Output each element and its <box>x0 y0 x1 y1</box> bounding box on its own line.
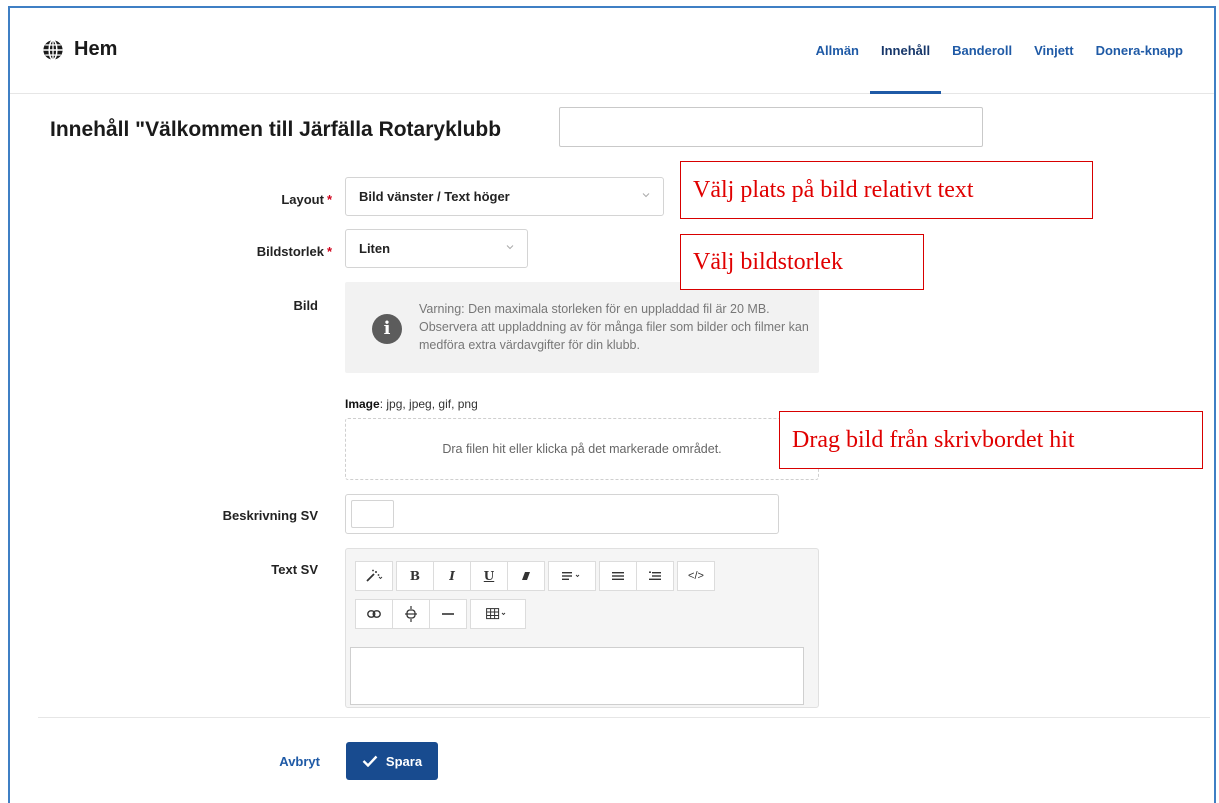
page-header-title: Hem <box>74 38 118 60</box>
layout-label: Layout * <box>132 192 332 207</box>
tab-vinjett[interactable]: Vinjett <box>1023 8 1085 94</box>
link-icon[interactable] <box>355 599 393 629</box>
image-label: Bild <box>293 298 318 313</box>
tab-allman[interactable]: Allmän <box>805 8 870 94</box>
editor-content-area[interactable] <box>350 647 804 705</box>
info-icon: i <box>372 314 402 344</box>
eraser-icon[interactable] <box>507 561 545 591</box>
description-inner-box[interactable] <box>351 500 394 528</box>
file-types-list: : jpg, jpeg, gif, png <box>379 397 478 411</box>
layout-select[interactable]: Bild vänster / Text höger <box>345 177 664 216</box>
underline-icon[interactable]: U <box>470 561 508 591</box>
annotation-layout-note: Välj plats på bild relativt text <box>680 161 1093 219</box>
page-title: Innehåll "Välkommen till Järfälla Rotary… <box>50 118 502 141</box>
save-button[interactable]: Spara <box>346 742 438 780</box>
annotation-size-note: Välj bildstorlek <box>680 234 924 290</box>
file-types: Image: jpg, jpeg, gif, png <box>345 397 478 411</box>
rich-text-editor: B I U </> <box>345 548 819 708</box>
table-icon[interactable] <box>470 599 526 629</box>
file-types-label: Image <box>345 397 380 411</box>
tab-innehall[interactable]: Innehåll <box>870 8 942 94</box>
size-label: Bildstorlek * <box>132 244 332 259</box>
file-dropzone[interactable]: Dra filen hit eller klicka på det marker… <box>345 418 819 480</box>
required-mark: * <box>326 192 332 207</box>
text-label: Text SV <box>271 562 318 577</box>
title-input[interactable] <box>559 107 983 147</box>
align-icon[interactable] <box>548 561 596 591</box>
cancel-button[interactable]: Avbryt <box>240 754 320 769</box>
layout-label-text: Layout <box>281 192 324 207</box>
description-input[interactable] <box>345 494 779 534</box>
tab-bar: Allmän Innehåll Banderoll Vinjett Donera… <box>805 8 1194 94</box>
warning-text: Varning: Den maximala storleken för en u… <box>419 302 809 352</box>
horizontal-rule-icon[interactable] <box>429 599 467 629</box>
app-frame: Hem Allmän Innehåll Banderoll Vinjett Do… <box>8 6 1216 803</box>
header: Hem Allmän Innehåll Banderoll Vinjett Do… <box>10 8 1214 94</box>
size-select-value: Liten <box>359 241 391 256</box>
magic-wand-icon[interactable] <box>355 561 393 591</box>
tab-donera-knapp[interactable]: Donera-knapp <box>1085 8 1194 94</box>
unlink-icon[interactable] <box>392 599 430 629</box>
italic-icon[interactable]: I <box>433 561 471 591</box>
size-label-text: Bildstorlek <box>256 244 324 259</box>
tab-banderoll[interactable]: Banderoll <box>941 8 1023 94</box>
globe-icon <box>43 39 63 60</box>
ordered-list-icon[interactable] <box>636 561 674 591</box>
divider <box>38 717 1210 718</box>
layout-select-value: Bild vänster / Text höger <box>359 189 510 204</box>
editor-toolbar-row-2 <box>355 599 530 629</box>
code-view-icon[interactable]: </> <box>677 561 715 591</box>
upload-warning: i Varning: Den maximala storleken för en… <box>345 282 819 373</box>
unordered-list-icon[interactable] <box>599 561 637 591</box>
editor-toolbar-row-1: B I U </> <box>355 561 719 591</box>
chevron-down-icon <box>506 245 514 250</box>
required-mark: * <box>326 244 332 259</box>
brand[interactable]: Hem <box>42 38 117 61</box>
save-button-label: Spara <box>385 753 423 769</box>
size-select[interactable]: Liten <box>345 229 528 268</box>
chevron-down-icon <box>642 193 650 198</box>
checkmark-icon <box>362 755 378 767</box>
dropzone-text: Dra filen hit eller klicka på det marker… <box>442 442 722 456</box>
bold-icon[interactable]: B <box>396 561 434 591</box>
description-label: Beskrivning SV <box>222 508 318 523</box>
annotation-drag-note: Drag bild från skrivbordet hit <box>779 411 1203 469</box>
